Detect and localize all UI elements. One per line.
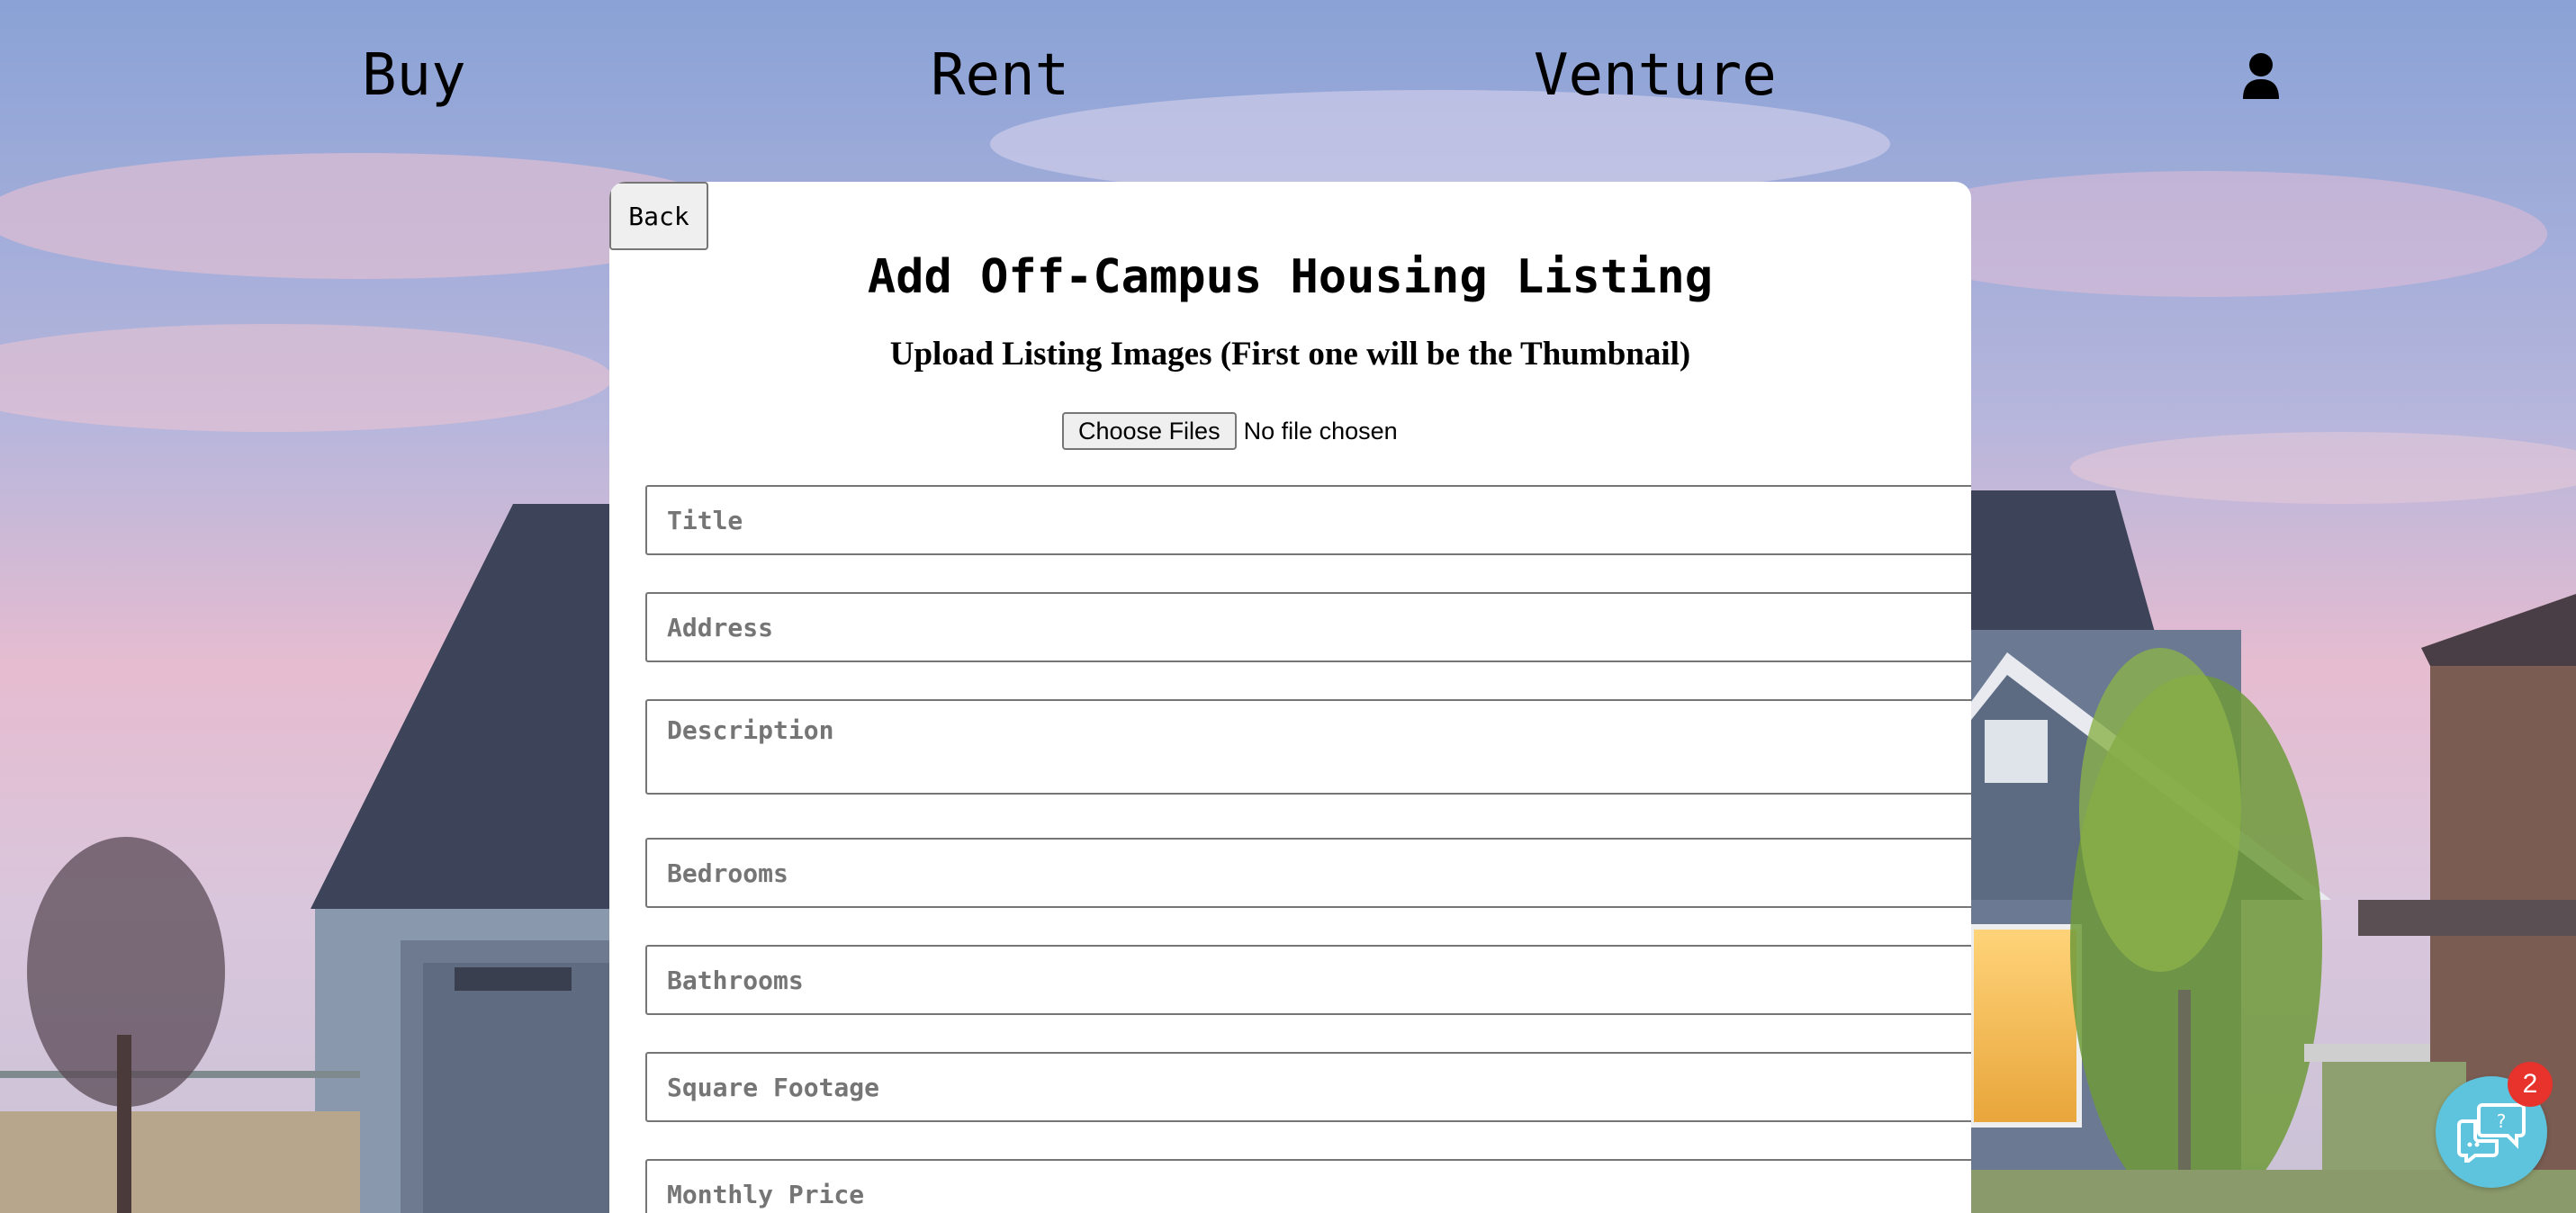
title-input[interactable] — [645, 485, 1971, 555]
notification-badge: 2 — [2508, 1062, 2553, 1107]
nav-buy-link[interactable]: Buy — [362, 47, 466, 104]
description-textarea[interactable] — [645, 699, 1971, 795]
file-status-text: No file chosen — [1243, 417, 1398, 445]
person-icon[interactable] — [2241, 52, 2281, 99]
svg-text:?: ? — [2497, 1110, 2507, 1132]
nav-rent-link[interactable]: Rent — [931, 47, 1069, 104]
listing-form-card: Back Add Off-Campus Housing Listing Uplo… — [609, 182, 1971, 1213]
chat-help-icon: ? — [2457, 1103, 2526, 1163]
upload-images-heading: Upload Listing Images (First one will be… — [889, 336, 1691, 373]
choose-files-button[interactable]: Choose Files — [1062, 412, 1237, 450]
address-input[interactable] — [645, 592, 1971, 662]
monthly-price-input[interactable] — [645, 1159, 1971, 1213]
bedrooms-input[interactable] — [645, 838, 1971, 908]
file-upload: Choose Files No file chosen — [1062, 412, 1398, 450]
page-title: Add Off-Campus Housing Listing — [867, 250, 1714, 304]
nav-venture-link[interactable]: Venture — [1534, 47, 1777, 104]
square-footage-input[interactable] — [645, 1052, 1971, 1122]
bathrooms-input[interactable] — [645, 945, 1971, 1015]
back-button[interactable]: Back — [609, 182, 708, 250]
